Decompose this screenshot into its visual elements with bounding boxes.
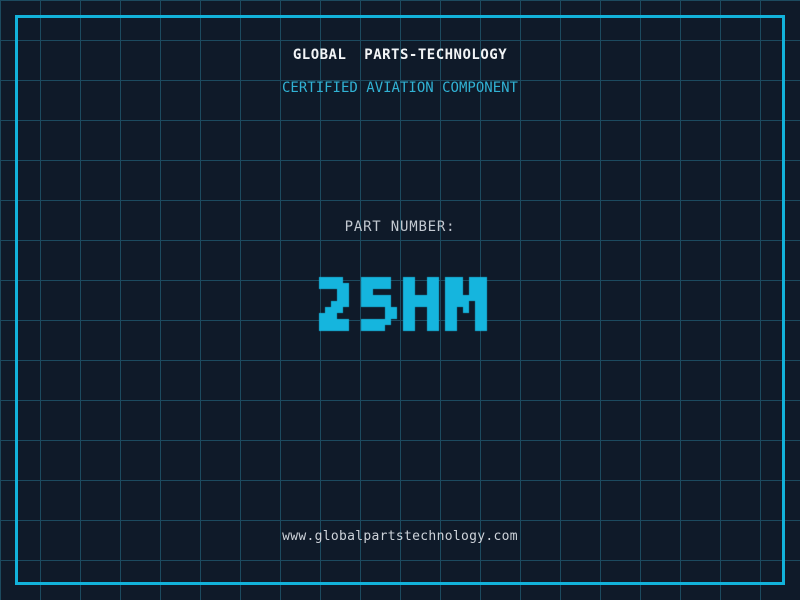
part-number-display (307, 265, 493, 349)
page-title: GLOBAL PARTS-TECHNOLOGY (292, 47, 508, 63)
page-subtitle: CERTIFIED AVIATION COMPONENT (281, 80, 518, 96)
part-number-label: PART NUMBER: (344, 219, 456, 235)
label-screen: GLOBAL PARTS-TECHNOLOGY CERTIFIED AVIATI… (0, 0, 800, 600)
website-url: www.globalpartstechnology.com (282, 529, 518, 544)
